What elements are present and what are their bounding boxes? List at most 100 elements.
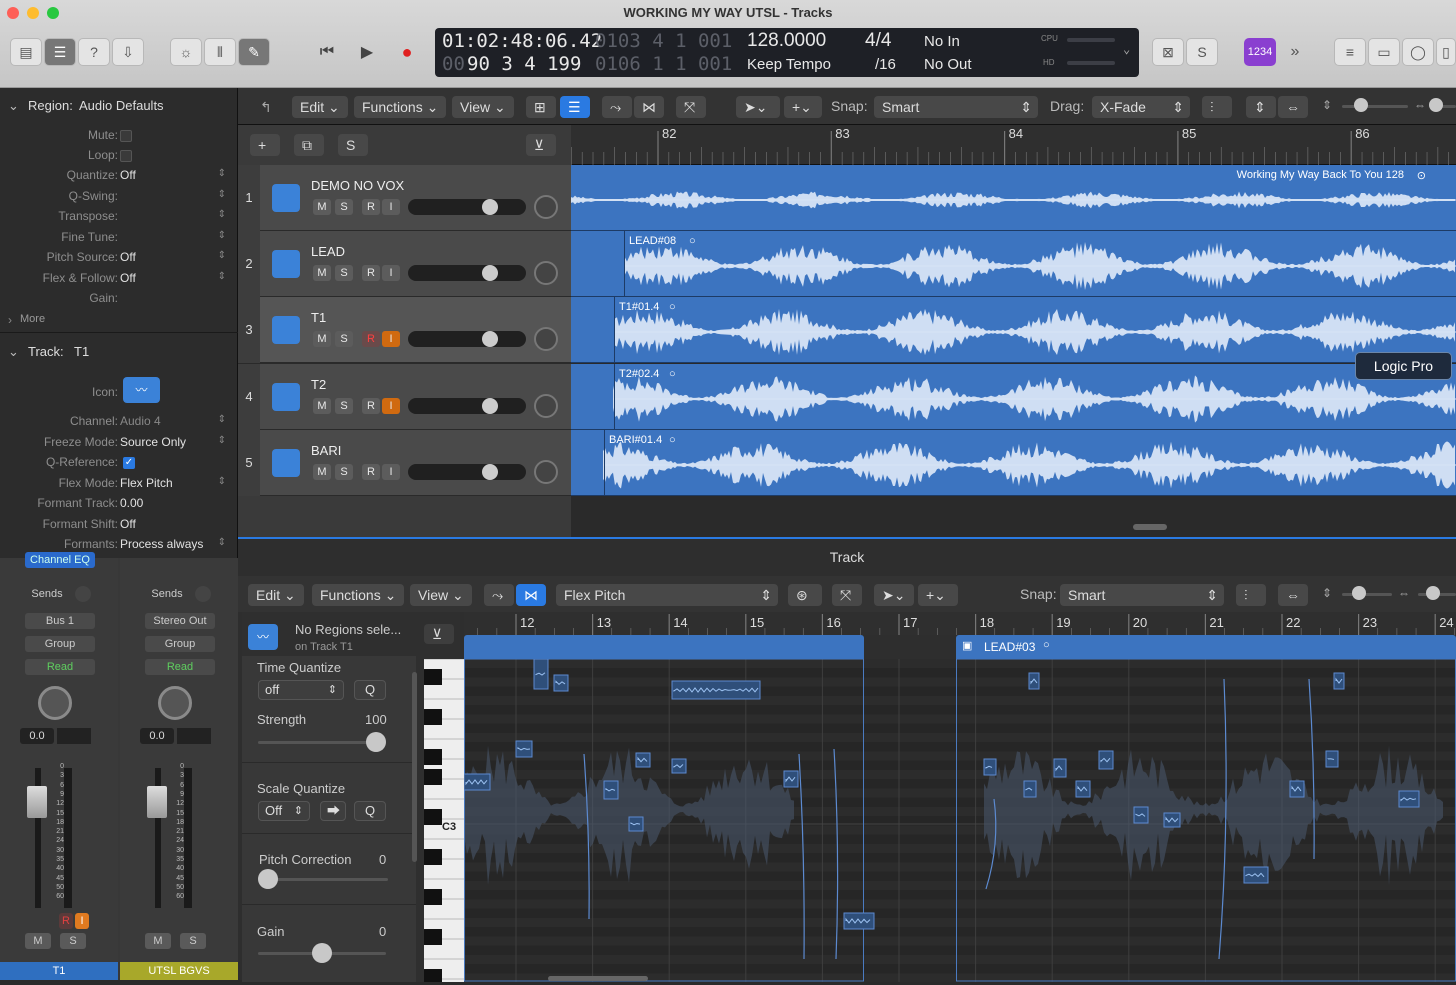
black-key[interactable] (424, 969, 442, 985)
piano-keyboard[interactable]: C3 (424, 658, 464, 985)
solo-button[interactable]: S (335, 331, 353, 348)
solo-button[interactable]: S (335, 265, 353, 282)
duplicate-track-icon[interactable]: ⧉ (294, 134, 324, 156)
track-row[interactable]: Channel: Audio 4 ⇕ (0, 414, 238, 434)
stepper-icon[interactable]: ⇕ (218, 230, 226, 241)
volume-knob[interactable] (482, 463, 498, 480)
track-row[interactable]: Freeze Mode: Source Only ⇕ (0, 435, 238, 455)
track-waveform-icon[interactable] (272, 448, 300, 477)
region-name[interactable]: BARI#01.4 (609, 434, 662, 446)
pitch-correction-slider[interactable] (260, 878, 388, 881)
global-solo-icon[interactable]: S (338, 134, 368, 156)
volume-slider[interactable] (408, 397, 526, 414)
mute-button[interactable]: M (313, 331, 331, 348)
mixer-icon[interactable]: ⫴ (204, 38, 236, 66)
scale-quantize-select[interactable]: Off ⇕ (258, 801, 310, 821)
mute-button[interactable]: M (25, 933, 51, 949)
black-key[interactable] (424, 709, 442, 725)
flex-pitch-canvas[interactable] (464, 659, 1456, 982)
timeline-ruler[interactable]: 82 83 84 85 86 (571, 125, 1456, 165)
pitch-grid[interactable] (464, 659, 1456, 982)
input-monitor-button[interactable]: I (382, 397, 400, 414)
track-header[interactable]: 1 DEMO NO VOX M S R I (238, 165, 571, 231)
count-in-badge[interactable]: 1234 (1244, 38, 1276, 66)
list-view-icon[interactable]: ☰ (560, 96, 590, 118)
editor-vzoom-slider[interactable] (1342, 593, 1392, 596)
time-quantize-q-button[interactable]: Q (354, 680, 386, 700)
record-enable-button[interactable]: R (362, 397, 380, 414)
stepper-icon[interactable]: ⇕ (218, 168, 226, 179)
volume-slider[interactable] (408, 331, 526, 348)
lcd-menu-chevron-icon[interactable]: ⌄ (1123, 42, 1130, 56)
help-icon[interactable]: ? (78, 38, 110, 66)
region-disclosure-icon[interactable]: ⌄ (8, 98, 19, 114)
region-section-header[interactable]: ⌄ Region: Audio Defaults (0, 98, 238, 120)
vertical-zoom-slider[interactable] (1342, 105, 1408, 108)
region-browser-icon[interactable]: ⊻ (424, 624, 454, 644)
editor-hzoom-knob[interactable] (1426, 586, 1440, 600)
strength-knob[interactable] (366, 732, 386, 752)
stepper-icon[interactable]: ⇕ (218, 189, 226, 200)
editor-fit-icon[interactable]: ⇔ (1278, 584, 1308, 606)
grid-view-icon[interactable]: ⊞ (526, 96, 556, 118)
collapse-icon[interactable]: ⊻ (526, 134, 556, 156)
view-menu[interactable]: View ⌄ (452, 96, 514, 118)
track-row[interactable]: Formant Shift: Off (0, 517, 238, 537)
stepper-icon[interactable]: ⇕ (218, 414, 226, 425)
track-header[interactable]: 2 LEAD M S R I (238, 231, 571, 298)
stepper-icon[interactable]: ⇕ (218, 209, 226, 220)
volume-value[interactable]: 0.0 (20, 728, 54, 744)
time-quantize-select[interactable]: off ⇕ (258, 680, 344, 700)
vertical-zoom-knob[interactable] (1354, 98, 1368, 112)
track-waveform-icon[interactable] (272, 316, 300, 345)
track-lane[interactable]: LEAD#08 ○ (571, 231, 1456, 298)
editor-title[interactable]: Track (238, 549, 1456, 565)
input-monitor-button[interactable]: I (382, 331, 400, 348)
track-name[interactable]: LEAD (311, 244, 345, 259)
track-header[interactable]: 5 BARI M S R I (238, 429, 571, 496)
sends-label[interactable]: Sends (145, 586, 189, 602)
region-play-icon[interactable]: ▣ (962, 639, 972, 652)
track-waveform-icon[interactable] (272, 184, 300, 212)
region-row[interactable]: Q-Swing: ⇕ (0, 189, 238, 209)
record-enable-button[interactable]: R (362, 463, 380, 480)
pitch-correction-knob[interactable] (258, 869, 278, 889)
black-key[interactable] (424, 749, 442, 765)
black-key[interactable] (424, 769, 442, 785)
waveform-icon[interactable]: 〰 (123, 377, 160, 403)
editor-waveform-zoom-icon[interactable]: ⫶ (1236, 584, 1266, 606)
mute-button[interactable]: M (145, 933, 171, 949)
mute-button[interactable]: M (313, 463, 331, 480)
sends-slot[interactable] (195, 586, 211, 602)
more-chevron-icon[interactable]: » (1282, 38, 1308, 66)
editor-automation-icon[interactable]: ⤳ (484, 584, 514, 606)
input-monitor-button[interactable]: I (382, 199, 400, 215)
track-lane[interactable]: T2#02.4 ○ (571, 363, 1456, 430)
volume-fader[interactable] (27, 786, 47, 818)
toolbar-icon[interactable]: ⇩ (112, 38, 144, 66)
pan-knob[interactable] (38, 686, 72, 720)
editor-region-bar-1[interactable] (464, 635, 864, 659)
solo-listen-icon[interactable]: ⊛ (788, 584, 822, 606)
list-icon[interactable]: ≡ (1334, 38, 1366, 66)
drag-select[interactable]: X-Fade ⇕ (1092, 96, 1190, 118)
volume-value[interactable]: 0.0 (140, 728, 174, 744)
volume-knob[interactable] (482, 397, 498, 414)
mute-button[interactable]: M (313, 265, 331, 282)
track-row[interactable]: Formant Track: 0.00 (0, 496, 238, 516)
track-header[interactable]: 4 T2 M S R I (238, 363, 571, 430)
region-row-checkbox[interactable] (120, 150, 132, 162)
region-name[interactable]: T1#01.4 (619, 301, 659, 313)
region-name[interactable]: T2#02.4 (619, 368, 659, 380)
pan-knob[interactable] (534, 195, 558, 219)
sends-label[interactable]: Sends (25, 586, 69, 602)
pan-knob[interactable] (534, 393, 558, 418)
smart-controls-icon[interactable]: ☼ (170, 38, 202, 66)
editors-pencil-icon[interactable]: ✎ (238, 38, 270, 66)
black-key[interactable] (424, 889, 442, 905)
region-row[interactable]: Gain: (0, 291, 238, 311)
automation-icon[interactable]: ⤳ (602, 96, 632, 118)
pointer-tool-icon[interactable]: ➤⌄ (736, 96, 780, 118)
region-row[interactable]: Mute: (0, 128, 238, 148)
scale-quantize-pointer-icon[interactable]: ⮕ (320, 801, 346, 821)
